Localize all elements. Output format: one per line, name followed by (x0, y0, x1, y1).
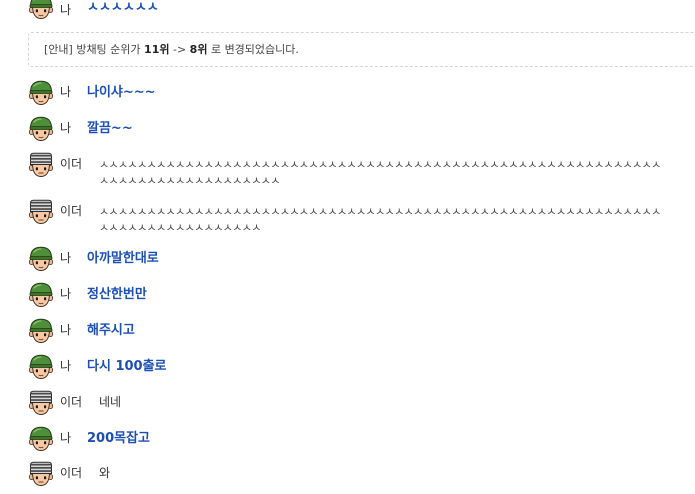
striped-helmet-soldier-icon (28, 390, 54, 416)
chat-message: 나 ㅅㅅㅅㅅㅅㅅ (0, 0, 695, 24)
chat-message: 나 정산한번만 (0, 282, 695, 312)
green-helmet-soldier-icon (28, 246, 54, 272)
chat-message: 이더 ㅅㅅㅅㅅㅅㅅㅅㅅㅅㅅㅅㅅㅅㅅㅅㅅㅅㅅㅅㅅㅅㅅㅅㅅㅅㅅㅅㅅㅅㅅㅅㅅㅅㅅㅅㅅㅅ… (0, 199, 695, 239)
message-text: 200목잡고 (87, 431, 151, 446)
message-text: 네네 (99, 395, 122, 409)
sender-name: 이더 (60, 466, 83, 480)
green-helmet-soldier-icon (28, 80, 54, 106)
message-text: 정산한번만 (87, 287, 147, 302)
message-text: 다시 100출로 (87, 359, 167, 374)
sender-name: 이더 (60, 204, 83, 218)
message-text: 아까말한대로 (87, 251, 159, 266)
green-helmet-soldier-icon (28, 318, 54, 344)
chat-message: 나 해주시고 (0, 318, 695, 348)
notice-to-rank: 8위 (189, 43, 208, 56)
message-text: 나이샤~~~ (87, 85, 156, 100)
sender-name: 나 (60, 359, 72, 373)
sender-name: 나 (60, 3, 72, 17)
striped-helmet-soldier-icon (28, 152, 54, 178)
chat-message: 이더 ㅅㅅㅅㅅㅅㅅㅅㅅㅅㅅㅅㅅㅅㅅㅅㅅㅅㅅㅅㅅㅅㅅㅅㅅㅅㅅㅅㅅㅅㅅㅅㅅㅅㅅㅅㅅㅅ… (0, 152, 695, 192)
message-text-line-2: ㅅㅅㅅㅅㅅㅅㅅㅅㅅㅅㅅㅅㅅㅅㅅㅅㅅ (99, 221, 261, 234)
green-helmet-soldier-icon (28, 0, 54, 20)
sender-name: 나 (60, 121, 72, 135)
message-text: ㅅㅅㅅㅅㅅㅅ (87, 0, 159, 15)
notice-suffix: 로 변경되었습니다. (207, 43, 299, 56)
green-helmet-soldier-icon (28, 282, 54, 308)
sender-name: 나 (60, 251, 72, 265)
chat-message: 나 깔끔~~ (0, 116, 695, 146)
sender-name: 나 (60, 323, 72, 337)
chat-message: 나 200목잡고 (0, 426, 695, 456)
chat-message: 나 나이샤~~~ (0, 80, 695, 110)
system-notice: [안내] 방채팅 순위가 11위 -> 8위 로 변경되었습니다. (28, 32, 695, 67)
chat-message: 이더 네네 (0, 390, 695, 420)
sender-name: 이더 (60, 157, 83, 171)
sender-name: 이더 (60, 395, 83, 409)
notice-prefix: [안내] 방채팅 순위가 (44, 43, 145, 56)
sender-name: 나 (60, 287, 72, 301)
message-text: 깔끔~~ (87, 121, 133, 136)
notice-arrow: -> (169, 43, 190, 56)
message-text-line-1: ㅅㅅㅅㅅㅅㅅㅅㅅㅅㅅㅅㅅㅅㅅㅅㅅㅅㅅㅅㅅㅅㅅㅅㅅㅅㅅㅅㅅㅅㅅㅅㅅㅅㅅㅅㅅㅅㅅㅅㅅ… (99, 205, 661, 218)
notice-from-rank: 11위 (144, 43, 170, 56)
striped-helmet-soldier-icon (28, 461, 54, 487)
sender-name: 나 (60, 85, 72, 99)
striped-helmet-soldier-icon (28, 199, 54, 225)
green-helmet-soldier-icon (28, 354, 54, 380)
message-text: 해주시고 (87, 323, 135, 338)
chat-message: 나 아까말한대로 (0, 246, 695, 276)
chat-message: 나 다시 100출로 (0, 354, 695, 384)
chat-log: 나 ㅅㅅㅅㅅㅅㅅ [안내] 방채팅 순위가 11위 -> 8위 로 변경되었습니… (0, 0, 695, 494)
message-text: 와 (99, 466, 111, 480)
sender-name: 나 (60, 431, 72, 445)
message-text-line-2: ㅅㅅㅅㅅㅅㅅㅅㅅㅅㅅㅅㅅㅅㅅㅅㅅㅅㅅㅅ (99, 174, 280, 187)
message-text-line-1: ㅅㅅㅅㅅㅅㅅㅅㅅㅅㅅㅅㅅㅅㅅㅅㅅㅅㅅㅅㅅㅅㅅㅅㅅㅅㅅㅅㅅㅅㅅㅅㅅㅅㅅㅅㅅㅅㅅㅅㅅ… (99, 158, 661, 171)
chat-message: 이더 와 (0, 461, 695, 491)
green-helmet-soldier-icon (28, 426, 54, 452)
green-helmet-soldier-icon (28, 116, 54, 142)
